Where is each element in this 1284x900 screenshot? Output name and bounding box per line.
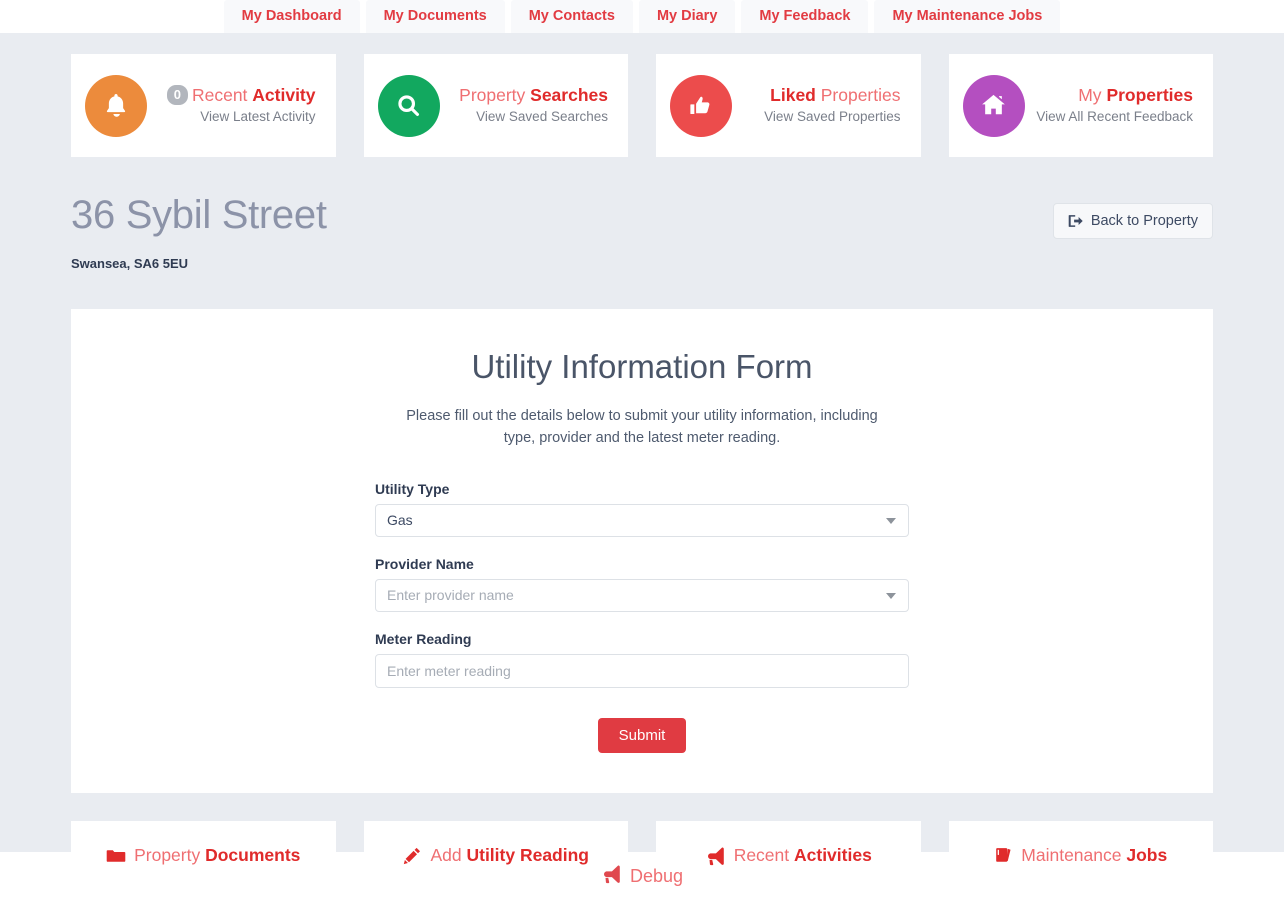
form-description: Please fill out the details below to sub… [406,407,878,446]
utility-type-select[interactable]: Gas [375,503,909,537]
stat-subtitle: View Saved Searches [476,109,608,124]
field-group-provider-name: Provider Name Enter provider name [375,556,909,612]
action-label-bold: Activities [794,845,872,866]
debug-link[interactable]: Debug [601,863,683,889]
action-label: Property Documents [134,845,300,866]
meter-reading-input[interactable]: Enter meter reading [375,653,909,688]
debug-label: Debug [629,865,684,886]
stat-title-light: Property [459,85,531,106]
sign-out-icon [1068,213,1084,229]
tab-my-maintenance-jobs[interactable]: My Maintenance Jobs [874,0,1061,33]
stat-title: My Properties [1025,85,1193,107]
action-label-bold: Utility Reading [466,845,589,866]
meter-reading-label: Meter Reading [375,630,472,647]
utility-type-value: Gas [387,512,413,529]
main-navigation: My Dashboard My Documents My Contacts My… [0,0,1284,33]
stat-title-bold: Activity [252,85,316,106]
page-title: 36 Sybil Street [71,193,327,237]
action-maintenance-jobs[interactable]: Maintenance Jobs [948,820,1213,891]
action-recent-activities[interactable]: Recent Activities [656,820,921,891]
bell-icon-circle [85,74,147,137]
home-icon [979,91,1008,120]
stat-card-liked-properties[interactable]: Liked Properties View Saved Properties [656,54,921,157]
back-to-property-button[interactable]: Back to Property [1052,203,1213,239]
stat-subtitle: View Latest Activity [200,109,316,124]
utility-form-panel: Utility Information Form Please fill out… [71,309,1213,793]
pencil-icon [402,846,422,866]
stat-title: Liked Properties [732,85,901,107]
property-address: Swansea, SA6 5EU [71,256,189,271]
stat-title-bold: Properties [1106,85,1193,106]
stat-title-light: Properties [815,85,901,106]
tab-my-feedback[interactable]: My Feedback [741,0,869,33]
provider-name-label: Provider Name [375,555,474,572]
tab-my-contacts[interactable]: My Contacts [510,0,633,33]
action-label: Maintenance Jobs [1021,845,1167,866]
stat-title: 0 Recent Activity [147,85,316,107]
bullhorn-icon [705,845,726,866]
stat-subtitle: View All Recent Feedback [1036,109,1193,124]
submit-row: Submit [375,717,909,753]
form-title: Utility Information Form [471,348,813,385]
provider-name-select[interactable]: Enter provider name [375,578,909,612]
stat-card-my-properties[interactable]: My Properties View All Recent Feedback [948,54,1213,157]
stat-title-light: Recent [191,85,253,106]
content-container: 0 Recent Activity View Latest Activity Pr… [71,33,1213,891]
back-to-property-label: Back to Property [1090,213,1198,229]
provider-name-placeholder: Enter provider name [387,587,514,604]
chevron-down-icon [886,518,896,525]
tab-my-dashboard[interactable]: My Dashboard [223,0,360,33]
action-label: Add Utility Reading [430,845,589,866]
action-label-light: Add [430,845,467,866]
stat-title-light: My [1078,85,1107,106]
submit-button[interactable]: Submit [597,717,687,753]
stat-card-property-searches[interactable]: Property Searches View Saved Searches [363,54,628,157]
folder-icon [106,846,126,866]
search-icon-circle [377,74,440,137]
field-group-utility-type: Utility Type Gas [375,481,909,537]
bullhorn-icon [601,863,622,889]
action-label: Recent Activities [734,845,872,866]
action-label-bold: Jobs [1126,845,1168,866]
stat-title-bold: Searches [530,85,608,106]
property-header: 36 Sybil Street Swansea, SA6 5EU Back to… [71,192,1213,271]
action-property-documents[interactable]: Property Documents [71,820,336,891]
chevron-down-icon [886,593,896,600]
action-label-light: Maintenance [1021,845,1127,866]
stat-subtitle: View Saved Properties [764,109,901,124]
status-badge: 0 [166,85,188,105]
field-group-meter-reading: Meter Reading Enter meter reading [375,631,909,688]
tab-my-documents[interactable]: My Documents [365,0,505,33]
utility-type-label: Utility Type [375,480,450,497]
action-label-bold: Documents [205,845,301,866]
action-label-light: Property [134,845,206,866]
stat-card-recent-activity[interactable]: 0 Recent Activity View Latest Activity [71,54,336,157]
stat-text: 0 Recent Activity View Latest Activity [147,85,322,126]
action-add-utility-reading[interactable]: Add Utility Reading [363,820,628,891]
stat-title-bold: Liked [770,85,816,106]
stat-title: Property Searches [440,85,608,107]
meter-reading-placeholder: Enter meter reading [387,662,511,679]
book-icon [994,846,1013,865]
home-icon-circle [962,74,1025,137]
search-icon [394,91,423,120]
page-body: 0 Recent Activity View Latest Activity Pr… [0,33,1284,891]
thumbs-up-icon [687,92,715,120]
stat-text: Property Searches View Saved Searches [440,85,615,126]
stat-text: My Properties View All Recent Feedback [1025,85,1200,126]
tab-my-diary[interactable]: My Diary [638,0,736,33]
bell-icon [101,91,131,121]
stat-card-row: 0 Recent Activity View Latest Activity Pr… [71,54,1213,157]
stat-text: Liked Properties View Saved Properties [732,85,907,126]
property-header-text: 36 Sybil Street Swansea, SA6 5EU [71,192,327,271]
action-label-light: Recent [733,845,794,866]
form-fields: Utility Type Gas Provider Name Enter pro… [375,481,909,753]
thumbs-up-icon-circle [670,74,732,137]
